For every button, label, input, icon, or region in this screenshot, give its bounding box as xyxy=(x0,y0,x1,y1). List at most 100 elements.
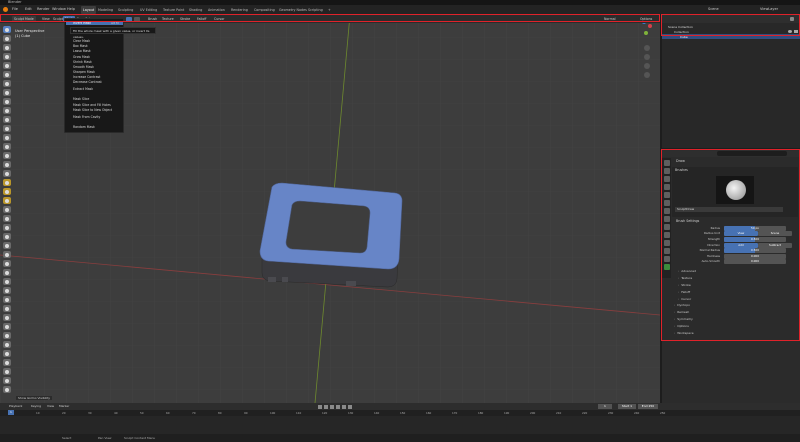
tool-flatten-icon[interactable] xyxy=(3,116,11,123)
tool-boundary-icon[interactable] xyxy=(3,233,11,240)
mask-menu-item[interactable]: Mask From Cavity xyxy=(73,115,100,119)
blender-logo-icon[interactable] xyxy=(3,7,8,12)
timeline-tick-label: 150 xyxy=(400,411,406,415)
mask-menu-item[interactable]: Lasso Mask xyxy=(73,49,91,53)
tool-elastic-deform-icon[interactable] xyxy=(3,170,11,177)
mask-menu-item[interactable]: Mask Slice and Fill Holes xyxy=(73,103,111,107)
tool-grab-icon[interactable] xyxy=(3,161,11,168)
tool-box-mask-icon[interactable] xyxy=(3,305,11,312)
timeline-tick-label: 70 xyxy=(192,411,196,415)
tool-box-trim-icon[interactable] xyxy=(3,332,11,339)
tool-cloth-icon[interactable] xyxy=(3,242,11,249)
mask-menu-item[interactable]: Random Mask xyxy=(73,125,95,129)
tool-multires-displacement-icon[interactable] xyxy=(3,278,11,285)
tool-draw-face-sets-icon[interactable] xyxy=(3,269,11,276)
tool-simplify-icon[interactable] xyxy=(3,251,11,258)
tab-shading[interactable]: Shading xyxy=(187,6,204,14)
tool-mask-icon[interactable] xyxy=(3,260,11,267)
prev-keyframe-icon[interactable] xyxy=(324,404,328,409)
menu-edit[interactable]: Edit xyxy=(25,7,32,12)
jump-end-icon[interactable] xyxy=(348,404,352,409)
pan-hand-icon[interactable] xyxy=(644,54,650,60)
tool-edit-face-set-icon[interactable] xyxy=(3,377,11,384)
tool-slide-relax-icon[interactable] xyxy=(3,224,11,231)
gizmo-x-icon[interactable] xyxy=(648,24,652,28)
end-frame-field[interactable]: End 250 xyxy=(638,404,658,409)
next-keyframe-icon[interactable] xyxy=(342,404,346,409)
play-reverse-icon[interactable] xyxy=(330,404,334,409)
mask-menu-item[interactable]: Mask Slice xyxy=(73,97,89,101)
jump-start-icon[interactable] xyxy=(318,404,322,409)
tool-rotate-icon[interactable] xyxy=(3,215,11,222)
tool-thumb-icon[interactable] xyxy=(3,188,11,195)
play-icon[interactable] xyxy=(336,404,340,409)
tab-animation[interactable]: Animation xyxy=(206,6,227,14)
tool-draw-sharp-icon[interactable] xyxy=(3,35,11,42)
tool-mesh-filter-icon[interactable] xyxy=(3,350,11,357)
tool-scrape-icon[interactable] xyxy=(3,134,11,141)
start-frame-field[interactable]: Start 1 xyxy=(618,404,636,409)
timeline-menu-view[interactable]: View xyxy=(47,404,54,408)
tool-clay-strips-icon[interactable] xyxy=(3,53,11,60)
timeline-menu-marker[interactable]: Marker xyxy=(59,404,69,408)
tab-texture-paint[interactable]: Texture Paint xyxy=(161,6,186,14)
mask-menu-item[interactable]: Grow Mask xyxy=(73,55,90,59)
gizmo-visibility-label[interactable]: Show Gizmo Visibility xyxy=(16,396,53,400)
tool-clay-icon[interactable] xyxy=(3,44,11,51)
mask-menu-item[interactable]: Smooth Mask xyxy=(73,65,94,69)
tool-smear-icon[interactable] xyxy=(3,296,11,303)
playhead[interactable]: 1 xyxy=(8,410,14,415)
tool-box-face-set-icon[interactable] xyxy=(3,323,11,330)
zoom-icon[interactable] xyxy=(644,45,650,51)
tab-modeling[interactable]: Modeling xyxy=(96,6,115,14)
tool-line-project-icon[interactable] xyxy=(3,341,11,348)
grid-icon[interactable] xyxy=(644,72,650,78)
menu-file[interactable]: File xyxy=(12,7,18,12)
timeline-menu-keying[interactable]: Keying xyxy=(31,404,41,408)
tool-color-filter-icon[interactable] xyxy=(3,368,11,375)
mask-menu-item[interactable]: Sharpen Mask xyxy=(73,70,95,74)
view-layer-name[interactable]: ViewLayer xyxy=(760,7,778,12)
tool-blob-icon[interactable] xyxy=(3,89,11,96)
tool-clay-thumb-icon[interactable] xyxy=(3,62,11,69)
tool-draw-icon[interactable] xyxy=(3,26,11,33)
tab-scripting[interactable]: Scripting xyxy=(306,6,325,14)
highlight-properties xyxy=(661,149,800,341)
mask-menu-item[interactable]: Shrink Mask xyxy=(73,60,92,64)
add-workspace-button[interactable]: + xyxy=(326,6,333,14)
mask-menu-item[interactable]: Extract Mask xyxy=(73,87,93,91)
tool-inflate-icon[interactable] xyxy=(3,80,11,87)
menu-help[interactable]: Help xyxy=(67,7,75,12)
timeline-tick-label: 220 xyxy=(582,411,588,415)
camera-icon[interactable] xyxy=(644,63,650,69)
mask-menu-item[interactable]: Mask Slice to New Object xyxy=(73,108,112,112)
tool-layer-icon[interactable] xyxy=(3,71,11,78)
tool-crease-icon[interactable] xyxy=(3,98,11,105)
mask-menu-item[interactable]: Decrease Contrast xyxy=(73,80,102,84)
current-frame-field[interactable]: 1 xyxy=(598,404,612,409)
tool-fill-icon[interactable] xyxy=(3,125,11,132)
tab-rendering[interactable]: Rendering xyxy=(229,6,250,14)
tool-multiplane-scrape-icon[interactable] xyxy=(3,143,11,150)
menu-render[interactable]: Render xyxy=(37,7,49,12)
scene-name[interactable]: Scene xyxy=(708,7,719,12)
tab-sculpting[interactable]: Sculpting xyxy=(116,6,135,14)
menu-window[interactable]: Window xyxy=(52,7,66,12)
tool-cloth-filter-icon[interactable] xyxy=(3,359,11,366)
tool-paint-icon[interactable] xyxy=(3,287,11,294)
tab-uv-editing[interactable]: UV Editing xyxy=(138,6,159,14)
tool-box-hide-icon[interactable] xyxy=(3,314,11,321)
mask-menu-item[interactable]: Increase Contrast xyxy=(73,75,100,79)
tab-layout[interactable]: Layout xyxy=(81,6,97,14)
tool-pinch-icon[interactable] xyxy=(3,152,11,159)
mask-menu-item[interactable]: Box Mask xyxy=(73,44,88,48)
tab-compositing[interactable]: Compositing xyxy=(252,6,277,14)
tool-nudge-icon[interactable] xyxy=(3,206,11,213)
timeline-menu-playback[interactable]: Playback xyxy=(9,404,22,408)
tool-snake-hook-icon[interactable] xyxy=(3,179,11,186)
tool-smooth-icon[interactable] xyxy=(3,107,11,114)
gizmo-y-icon[interactable] xyxy=(644,31,648,35)
tool-transform-icon[interactable] xyxy=(3,386,11,393)
tab-geometry-nodes[interactable]: Geometry Nodes xyxy=(277,6,309,14)
tool-pose-icon[interactable] xyxy=(3,197,11,204)
